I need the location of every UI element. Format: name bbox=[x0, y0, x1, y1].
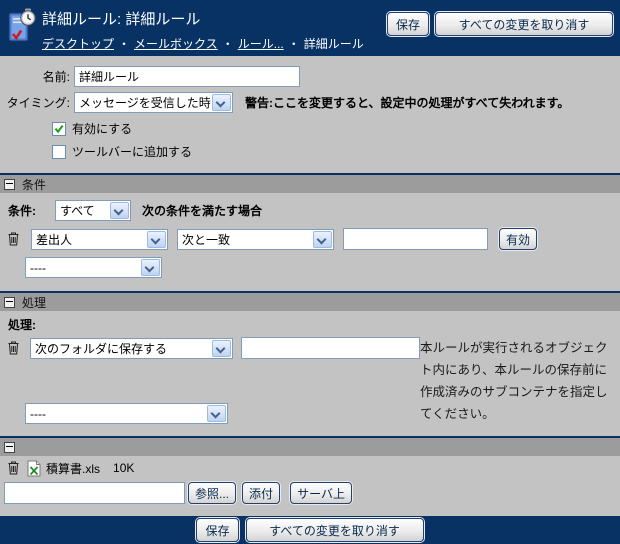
header-buttons: 保存 すべての変更を取り消す bbox=[387, 12, 613, 36]
chevron-down-icon bbox=[313, 231, 332, 248]
chevron-down-icon bbox=[141, 259, 160, 276]
condition-match-row: 条件: すべて 次の条件を満たす場合 bbox=[8, 200, 620, 221]
timing-label: タイミング: bbox=[0, 94, 70, 111]
action-type-select[interactable]: 次のフォルダに保存する bbox=[30, 338, 233, 359]
breadcrumb-rules[interactable]: ルール... bbox=[238, 37, 284, 51]
condition-operator-select-value: 次と一致 bbox=[178, 231, 312, 248]
delete-action-trash-icon[interactable] bbox=[8, 341, 22, 356]
enable-row: 有効にする bbox=[52, 121, 620, 136]
page-header: 詳細ルール: 詳細ルール デスクトップ・メールボックス・ルール...・詳細ルール… bbox=[0, 0, 620, 56]
toolbar-row: ツールバーに追加する bbox=[52, 144, 620, 159]
check-icon bbox=[54, 124, 64, 134]
excel-file-icon bbox=[27, 460, 41, 477]
attach-button[interactable]: 添付 bbox=[242, 482, 280, 504]
name-row: 名前: bbox=[0, 66, 620, 87]
add-action-select-value: ---- bbox=[26, 407, 206, 421]
actions-label: 処理: bbox=[8, 316, 620, 333]
add-condition-row: ---- bbox=[25, 257, 620, 278]
condition-operator-select[interactable]: 次と一致 bbox=[177, 229, 334, 250]
chevron-down-icon bbox=[147, 231, 166, 248]
file-path-input[interactable] bbox=[4, 482, 185, 504]
condition-field-select[interactable]: 差出人 bbox=[31, 229, 168, 250]
actions-section-bar: 処理 bbox=[0, 291, 620, 311]
breadcrumb-current: 詳細ルール bbox=[304, 37, 364, 51]
timing-select[interactable]: メッセージを受信した時 bbox=[74, 92, 233, 113]
action-folder-input[interactable] bbox=[241, 337, 420, 359]
collapse-minus-icon[interactable] bbox=[4, 442, 15, 453]
enable-checkbox[interactable] bbox=[52, 122, 66, 136]
delete-condition-trash-icon[interactable] bbox=[8, 232, 22, 247]
cancel-all-changes-button-top[interactable]: すべての変更を取り消す bbox=[435, 12, 613, 36]
name-label: 名前: bbox=[0, 68, 70, 85]
chevron-down-icon bbox=[207, 405, 226, 422]
add-action-select[interactable]: ---- bbox=[25, 403, 228, 424]
match-mode-text: 次の条件を満たす場合 bbox=[142, 202, 262, 219]
save-button-bottom[interactable]: 保存 bbox=[196, 518, 238, 542]
action-type-select-value: 次のフォルダに保存する bbox=[31, 340, 211, 357]
cancel-all-changes-button-bottom[interactable]: すべての変更を取り消す bbox=[246, 518, 424, 542]
add-condition-select-value: ---- bbox=[26, 261, 140, 275]
conditions-label: 条件: bbox=[8, 202, 55, 219]
toolbar-checkbox[interactable] bbox=[52, 145, 66, 159]
rule-book-icon bbox=[7, 7, 37, 48]
breadcrumb-desktop[interactable]: デスクトップ bbox=[42, 37, 114, 51]
enable-condition-button[interactable]: 有効 bbox=[499, 228, 537, 250]
delete-attachment-trash-icon[interactable] bbox=[8, 461, 22, 476]
actions-section: 処理: 次のフォルダに保存する 本ルールが実行されるオブジェクト内にあり、本ルー… bbox=[0, 311, 620, 436]
attachment-file-name[interactable]: 積算書.xls bbox=[46, 460, 100, 477]
attachment-file-size: 10K bbox=[113, 461, 134, 475]
action-help-text: 本ルールが実行されるオブジェクト内にあり、本ルールの保存前に作成済みのサブコンテ… bbox=[420, 337, 612, 425]
add-condition-select[interactable]: ---- bbox=[25, 257, 162, 278]
chevron-down-icon bbox=[212, 340, 231, 357]
save-button-top[interactable]: 保存 bbox=[387, 12, 429, 36]
file-upload-row: 参照... 添付 サーバ上 bbox=[4, 481, 620, 505]
chevron-down-icon bbox=[110, 202, 129, 219]
toolbar-label: ツールバーに追加する bbox=[72, 143, 192, 160]
conditions-section-title: 条件 bbox=[22, 176, 46, 193]
breadcrumb-mailbox[interactable]: メールボックス bbox=[134, 37, 218, 51]
attachments-section: 積算書.xls 10K 参照... 添付 サーバ上 bbox=[0, 456, 620, 516]
collapse-minus-icon[interactable] bbox=[4, 179, 15, 190]
timing-select-value: メッセージを受信した時 bbox=[75, 94, 211, 111]
collapse-minus-icon[interactable] bbox=[4, 297, 15, 308]
conditions-section: 条件: すべて 次の条件を満たす場合 差出人 次と一致 有効 ---- bbox=[0, 193, 620, 291]
timing-row: タイミング: メッセージを受信した時 警告:ここを変更すると、設定中の処理がすべ… bbox=[0, 92, 620, 113]
match-mode-select-value: すべて bbox=[56, 202, 109, 219]
enable-label: 有効にする bbox=[72, 120, 132, 137]
attachments-section-bar bbox=[0, 436, 620, 456]
condition-row: 差出人 次と一致 有効 bbox=[8, 228, 620, 250]
breadcrumb-separator: ・ bbox=[118, 37, 130, 51]
timing-warning: 警告:ここを変更すると、設定中の処理がすべて失われます。 bbox=[245, 94, 569, 111]
breadcrumb-separator: ・ bbox=[288, 37, 300, 51]
match-mode-select[interactable]: すべて bbox=[55, 200, 131, 221]
general-section: 名前: タイミング: メッセージを受信した時 警告:ここを変更すると、設定中の処… bbox=[0, 56, 620, 173]
chevron-down-icon bbox=[212, 94, 231, 111]
footer-bar: 保存 すべての変更を取り消す bbox=[0, 516, 620, 544]
condition-value-input[interactable] bbox=[343, 228, 488, 250]
conditions-section-bar: 条件 bbox=[0, 173, 620, 193]
attachment-row: 積算書.xls 10K bbox=[4, 459, 620, 477]
condition-field-select-value: 差出人 bbox=[32, 231, 146, 248]
rule-name-input[interactable] bbox=[74, 66, 300, 87]
server-button[interactable]: サーバ上 bbox=[290, 482, 352, 504]
page-title: 詳細ルール: 詳細ルール bbox=[42, 8, 200, 29]
browse-button[interactable]: 参照... bbox=[188, 482, 236, 504]
breadcrumb-separator: ・ bbox=[222, 37, 234, 51]
breadcrumb: デスクトップ・メールボックス・ルール...・詳細ルール bbox=[42, 35, 364, 52]
actions-section-title: 処理 bbox=[22, 294, 46, 311]
